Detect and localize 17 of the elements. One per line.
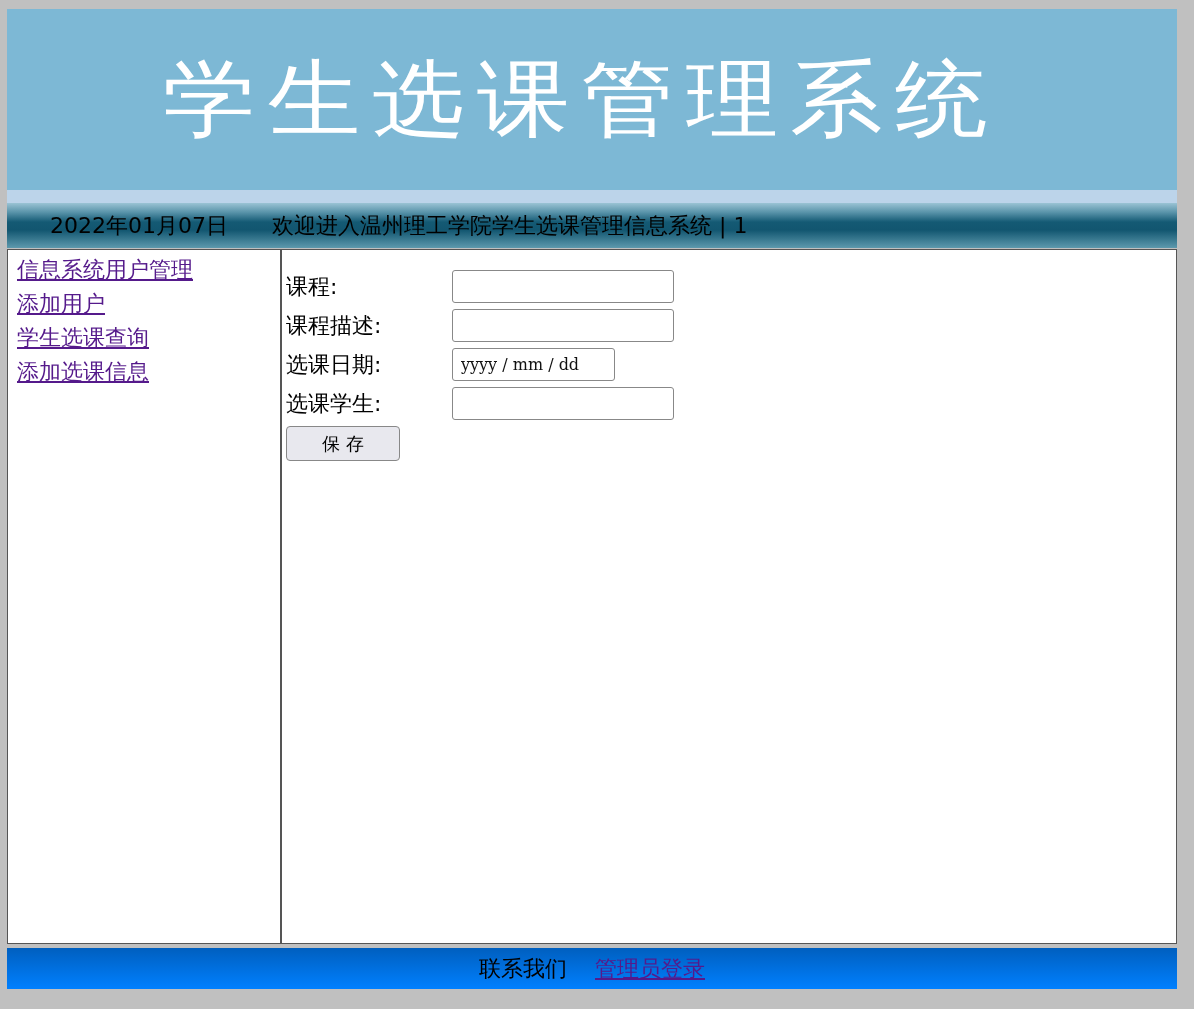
field-label: 选课学生: [286,389,383,418]
input-field[interactable] [452,387,674,420]
date-text: 2022年01月07日 [50,211,228,240]
field-label: 课程描述: [286,311,383,340]
save-button[interactable]: 保 存 [286,426,400,461]
field-label: 课程: [286,272,339,301]
date-field[interactable]: yyyy / mm / dd [452,348,615,381]
banner-title: 学生选课管理系统 [163,48,1000,150]
contact-text: 联系我们 [479,954,567,983]
sidebar-link[interactable]: 学生选课查询 [17,321,149,355]
input-field[interactable] [452,309,674,342]
sidebar-link[interactable]: 添加用户 [17,287,105,321]
input-field[interactable] [452,270,674,303]
welcome-text: 欢迎进入温州理工学院学生选课管理信息系统 | 1 [272,211,748,241]
sidebar-link[interactable]: 添加选课信息 [17,355,149,389]
sidebar-link[interactable]: 信息系统用户管理 [17,253,193,287]
field-label: 选课日期: [286,350,383,379]
